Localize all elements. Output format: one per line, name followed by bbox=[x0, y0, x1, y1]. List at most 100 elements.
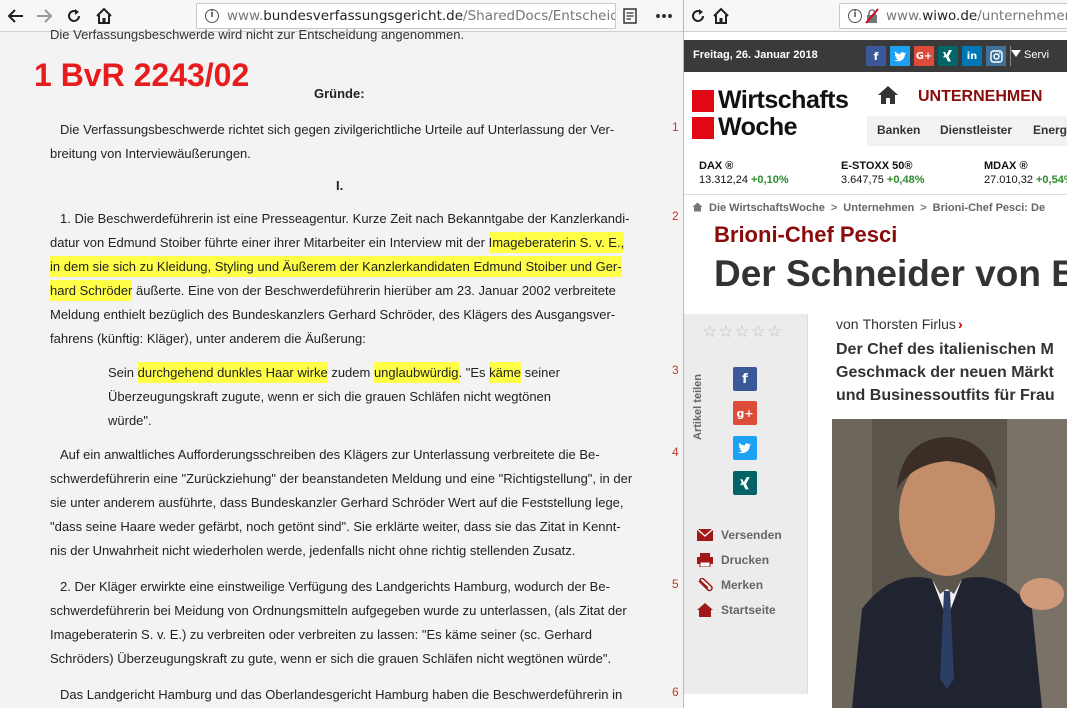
reader-view-icon[interactable] bbox=[618, 4, 642, 28]
envelope-icon bbox=[696, 528, 714, 542]
quote-line: Sein durchgehend dunkles Haar wirke zude… bbox=[108, 361, 560, 385]
paragraph-4-line: Imageberaterin S. v. E.) zu verbreiten o… bbox=[50, 627, 592, 642]
url-text: www.wiwo.de/unternehmen/br bbox=[886, 8, 1067, 24]
action-startseite[interactable]: Startseite bbox=[696, 603, 776, 617]
right-browser-pane: i www.wiwo.de/unternehmen/br Freitag, 26… bbox=[683, 0, 1067, 708]
share-label: Artikel teilen bbox=[692, 373, 704, 440]
star-icon[interactable]: ☆ bbox=[702, 322, 718, 342]
divider bbox=[684, 194, 1067, 195]
house-icon bbox=[696, 603, 714, 617]
reload-icon[interactable] bbox=[686, 4, 710, 28]
paragraph-2-line: hard Schröder äußerte. Eine von der Besc… bbox=[50, 279, 616, 303]
left-browser-pane: i www.bundesverfassungsgericht.de/Shared… bbox=[0, 0, 683, 708]
ticker-dax[interactable]: DAX ® 13.312,24 +0,10% bbox=[699, 160, 789, 186]
paragraph-4-line: schwerdeführerin bei Meidung von Ordnung… bbox=[50, 603, 627, 618]
star-icon[interactable]: ☆ bbox=[767, 322, 783, 342]
section-unternehmen[interactable]: UNTERNEHMEN bbox=[918, 88, 1042, 106]
action-merken[interactable]: Merken bbox=[696, 577, 763, 592]
back-arrow-icon[interactable] bbox=[4, 4, 28, 28]
quote-line: Überzeugungskraft zugute, wenn er sich d… bbox=[108, 389, 552, 404]
ticker-mdax[interactable]: MDAX ® 27.010,32 +0,54% bbox=[984, 160, 1067, 186]
paragraph-1-line: Die Verfassungsbeschwerde richtet sich g… bbox=[60, 122, 615, 137]
paragraph-4-line: Schröders) Überzeugungskraft zu gute, we… bbox=[50, 651, 612, 666]
info-icon[interactable]: i bbox=[848, 9, 862, 23]
decision-document: Die Verfassungsbeschwerde wird nicht zur… bbox=[0, 27, 683, 708]
instagram-icon[interactable] bbox=[986, 46, 1006, 66]
highlight: Imageberaterin S. v. E., bbox=[488, 232, 625, 253]
paragraph-4-line: 2. Der Kläger erwirkte eine einstweilige… bbox=[60, 579, 610, 594]
rating-stars[interactable]: ☆☆☆☆☆ bbox=[702, 322, 783, 342]
star-icon[interactable]: ☆ bbox=[718, 322, 734, 342]
reload-icon[interactable] bbox=[62, 4, 86, 28]
home-icon[interactable] bbox=[92, 4, 116, 28]
more-menu-icon[interactable] bbox=[652, 4, 676, 28]
paragraph-2-line: datur von Edmund Stoiber führte einer ih… bbox=[50, 231, 625, 255]
article-headline: Der Schneider von B bbox=[714, 253, 1067, 294]
heading-gruende: Gründe: bbox=[314, 86, 365, 101]
xing-icon[interactable] bbox=[733, 471, 757, 495]
highlight: käme bbox=[489, 362, 521, 383]
action-drucken[interactable]: Drucken bbox=[696, 553, 769, 568]
author-link[interactable]: Thorsten Firlus bbox=[863, 316, 956, 332]
paragraph-3-line: schwerdeführerin eine "Zurückziehung" de… bbox=[50, 471, 633, 486]
twitter-icon[interactable] bbox=[733, 436, 757, 460]
house-icon[interactable] bbox=[877, 85, 899, 105]
address-bar[interactable]: i www.bundesverfassungsgericht.de/Shared… bbox=[196, 3, 616, 29]
paperclip-icon bbox=[696, 577, 714, 592]
chevron-right-icon[interactable]: › bbox=[958, 316, 963, 332]
home-icon[interactable] bbox=[709, 4, 733, 28]
ticker-estoxx[interactable]: E-STOXX 50® 3.647,75 +0,48% bbox=[841, 160, 925, 186]
star-icon[interactable]: ☆ bbox=[735, 322, 751, 342]
article-byline: von Thorsten Firlus › bbox=[836, 316, 963, 332]
wiwo-logo[interactable]: Wirtschafts Woche bbox=[692, 86, 849, 142]
breadcrumb-link[interactable]: Unternehmen bbox=[843, 202, 914, 214]
highlight: durchgehend dunkles Haar wirke bbox=[137, 362, 328, 383]
highlight: hard Schröder bbox=[50, 280, 133, 301]
subnav-item-energie[interactable]: Energi bbox=[1033, 123, 1067, 137]
url-text: www.bundesverfassungsgericht.de/SharedDo… bbox=[227, 8, 615, 24]
linkedin-icon[interactable]: in bbox=[962, 46, 982, 66]
action-versenden[interactable]: Versenden bbox=[696, 528, 782, 542]
service-menu[interactable]: Servi bbox=[1010, 49, 1049, 61]
article-photo bbox=[832, 419, 1067, 708]
highlight: in dem sie sich zu Kleidung, Styling und… bbox=[50, 256, 622, 277]
breadcrumb-current: Brioni-Chef Pesci: De bbox=[932, 202, 1046, 214]
paragraph-2-line: Meldung enthielt bezüglich des Bundeskan… bbox=[50, 307, 616, 322]
case-number: 1 BvR 2243/02 bbox=[34, 57, 250, 93]
article-kicker: Brioni-Chef Pesci bbox=[714, 222, 898, 247]
breadcrumb: Die WirtschaftsWoche > Unternehmen > Brioni-… bbox=[692, 202, 1045, 215]
subnav-item-banken[interactable]: Banken bbox=[877, 123, 920, 137]
xing-icon[interactable] bbox=[938, 46, 958, 66]
cut-off-line: Die Verfassungsbeschwerde wird nicht zur… bbox=[50, 27, 465, 42]
seam-paragraph-numbers bbox=[674, 0, 684, 708]
paragraph-1-line: breitung von Interviewäußerungen. bbox=[50, 146, 251, 161]
paragraph-5-line: Das Landgericht Hamburg und das Oberland… bbox=[60, 687, 623, 702]
google-plus-icon[interactable]: g+ bbox=[733, 401, 757, 425]
star-icon[interactable]: ☆ bbox=[751, 322, 767, 342]
forward-arrow-icon[interactable] bbox=[32, 4, 56, 28]
info-icon[interactable]: i bbox=[205, 9, 219, 23]
facebook-icon[interactable]: f bbox=[733, 367, 757, 391]
twitter-icon[interactable] bbox=[890, 46, 910, 66]
browser-toolbar: i www.wiwo.de/unternehmen/br bbox=[684, 0, 1067, 32]
logo-line-2: Woche bbox=[718, 113, 798, 141]
address-bar[interactable]: i www.wiwo.de/unternehmen/br bbox=[839, 3, 1067, 29]
printer-icon bbox=[696, 553, 714, 568]
breadcrumb-link[interactable]: Die WirtschaftsWoche bbox=[709, 202, 825, 214]
paragraph-3-line: "dass seine Haare weder gefärbt, noch ge… bbox=[50, 519, 621, 534]
paragraph-2-line: in dem sie sich zu Kleidung, Styling und… bbox=[50, 255, 622, 279]
quote-line: würde". bbox=[108, 413, 152, 428]
paragraph-2-line: 1. Die Beschwerdeführerin ist eine Press… bbox=[60, 211, 630, 226]
subnav-item-dienstleister[interactable]: Dienstleister bbox=[940, 123, 1012, 137]
google-plus-icon[interactable]: G+ bbox=[914, 46, 934, 66]
paragraph-3-line: sie unter anderem ausführte, dass Bundes… bbox=[50, 495, 624, 510]
logo-line-1: Wirtschafts bbox=[718, 86, 849, 114]
highlight: unglaubwürdig bbox=[373, 362, 459, 383]
article-lead: Der Chef des italienischen M Geschmack d… bbox=[836, 341, 1055, 404]
heading-roman-one: I. bbox=[336, 178, 344, 193]
date-label: Freitag, 26. Januar 2018 bbox=[693, 49, 818, 61]
paragraph-2-line: fahrens (künftig: Kläger), unter anderem… bbox=[50, 331, 366, 346]
facebook-icon[interactable]: f bbox=[866, 46, 886, 66]
house-icon[interactable] bbox=[692, 202, 703, 215]
insecure-lock-icon bbox=[864, 8, 880, 24]
